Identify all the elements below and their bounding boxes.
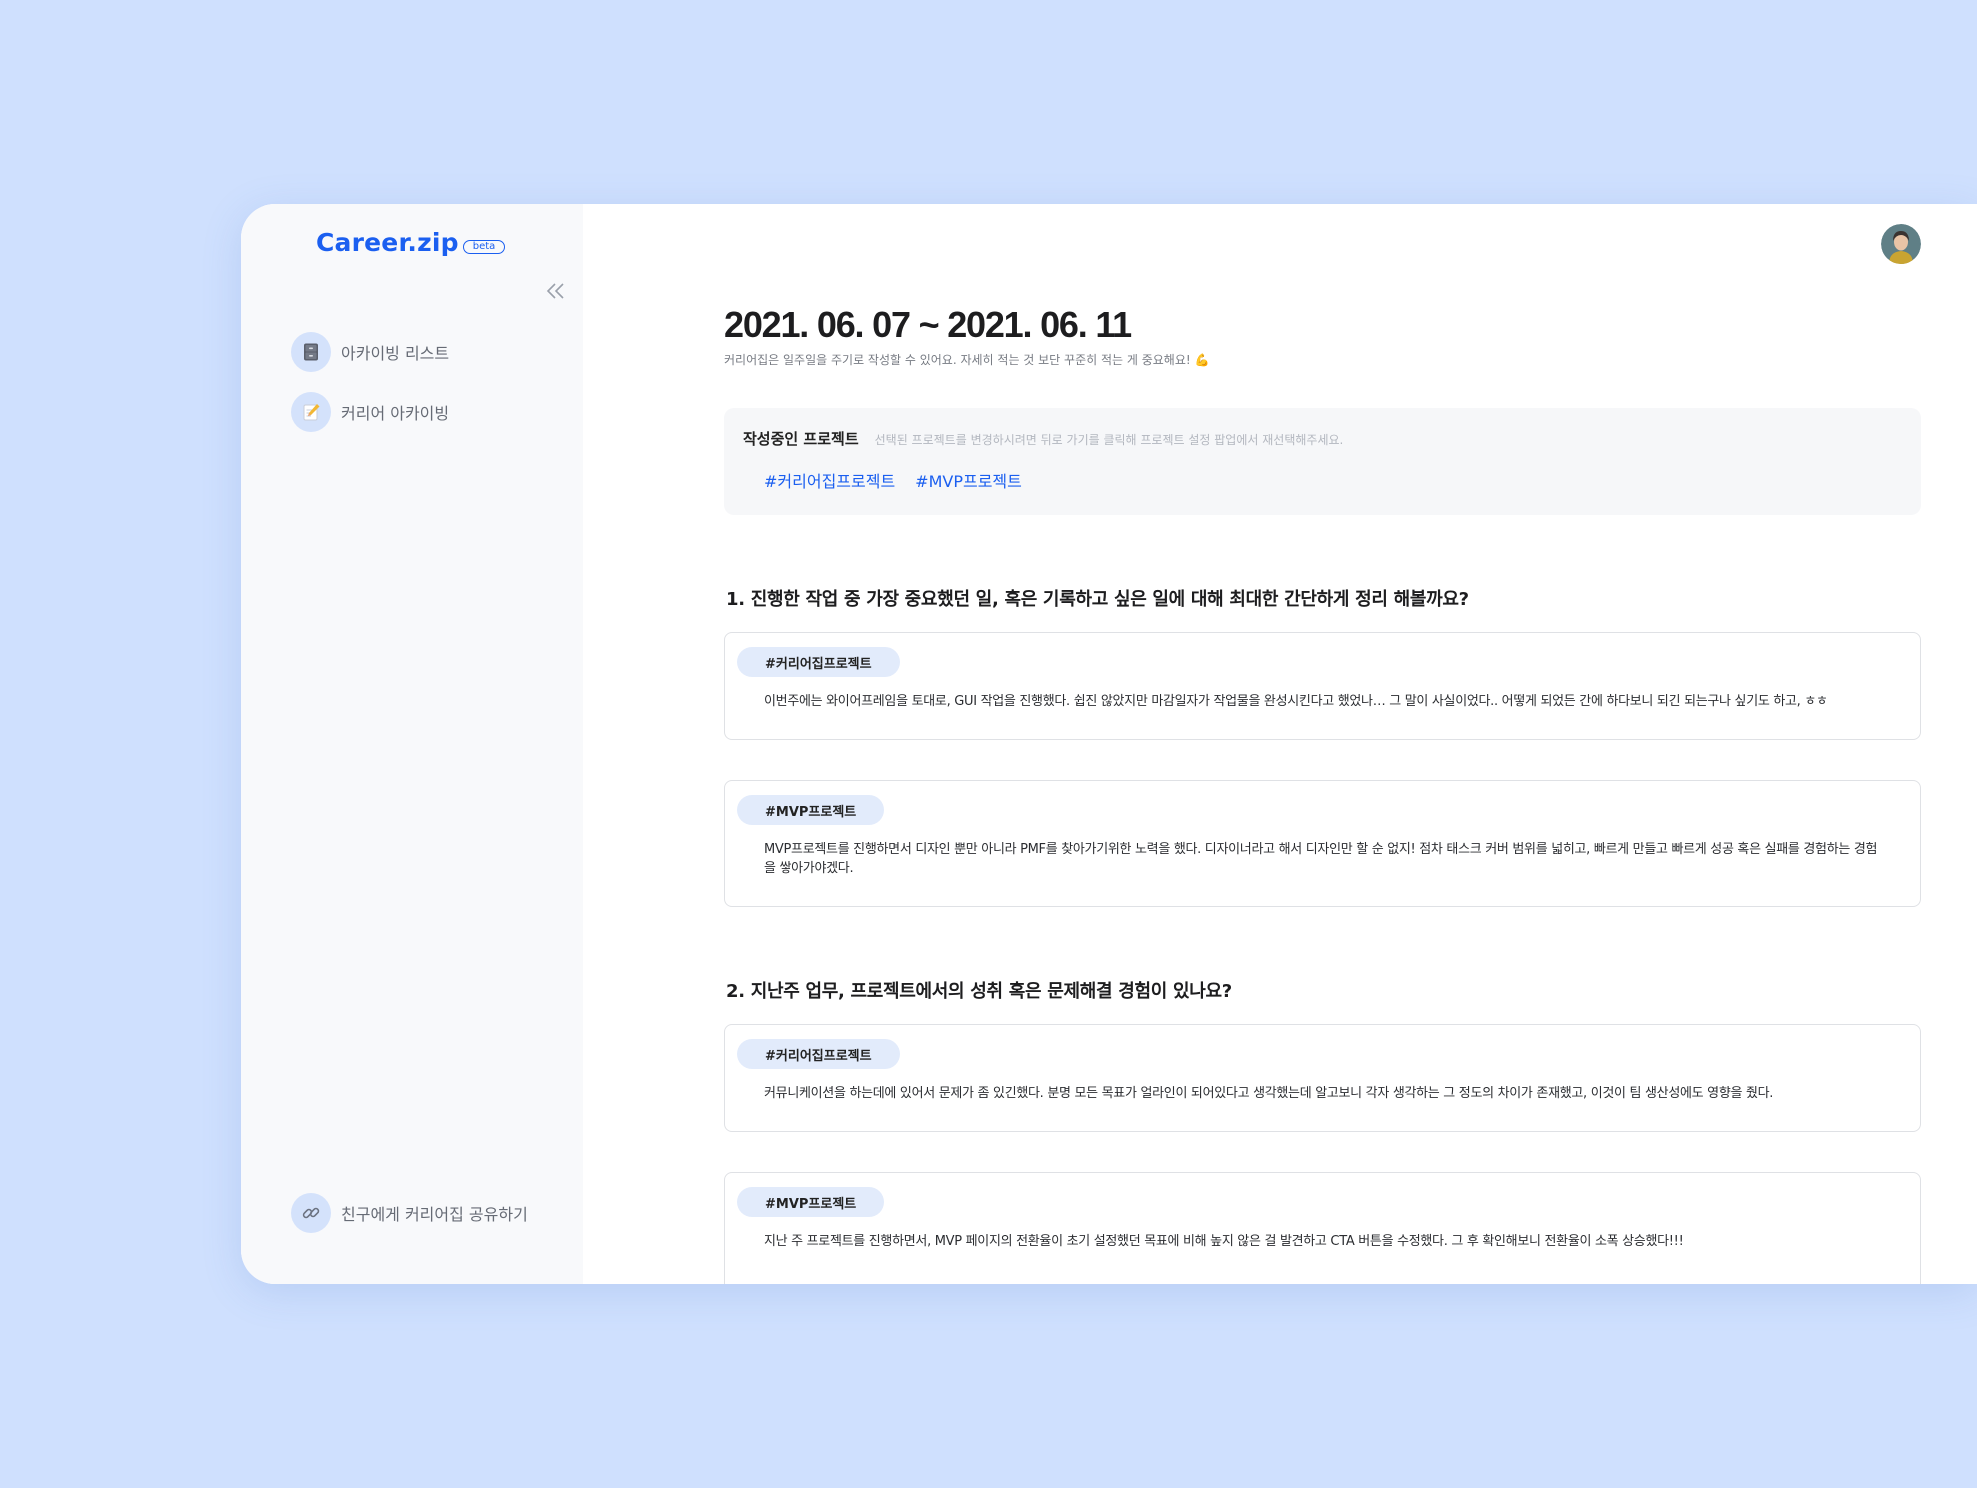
link-icon [291,1193,331,1233]
current-projects-title: 작성중인 프로젝트 [743,430,859,448]
user-avatar-icon [1881,224,1921,264]
answer-project-tag: #커리어집프로젝트 [737,647,900,677]
answer-project-tag: #커리어집프로젝트 [737,1039,900,1069]
date-range-title: 2021. 06. 07 ~ 2021. 06. 11 [724,304,1132,345]
sidebar-item-label: 아카이빙 리스트 [341,344,450,363]
answer-text[interactable]: 이번주에는 와이어프레임을 토대로, GUI 작업을 진행했다. 쉽진 않았지만… [764,692,1884,711]
double-chevron-left-icon [546,283,564,299]
sidebar-item-archive-list[interactable]: 아카이빙 리스트 [291,332,449,372]
collapse-sidebar-button[interactable] [544,280,568,302]
question-title: 1. 진행한 작업 중 가장 중요했던 일, 혹은 기록하고 싶은 일에 대해 … [726,589,1469,610]
answer-project-tag: #MVP프로젝트 [737,1187,885,1217]
answer-card[interactable]: #MVP프로젝트 지난 주 프로젝트를 진행하면서, MVP 페이지의 전환율이… [724,1172,1921,1284]
answer-card[interactable]: #커리어집프로젝트 이번주에는 와이어프레임을 토대로, GUI 작업을 진행했… [724,632,1921,740]
project-tag[interactable]: #커리어집프로젝트 [764,468,895,492]
answer-text[interactable]: 커뮤니케이션을 하는데에 있어서 문제가 좀 있긴했다. 분명 모든 목표가 얼… [764,1084,1884,1103]
memo-icon [291,392,331,432]
logo-text: Career.zip [316,228,459,257]
answer-text[interactable]: MVP프로젝트를 진행하면서 디자인 뿐만 아니라 PMF를 찾아가기위한 노력… [764,840,1884,878]
question-title: 2. 지난주 업무, 프로젝트에서의 성취 혹은 문제해결 경험이 있나요? [726,981,1232,1002]
logo[interactable]: Career.zip beta [316,228,506,257]
share-label: 친구에게 커리어집 공유하기 [341,1205,528,1224]
avatar[interactable] [1881,224,1921,264]
sidebar-item-label: 커리어 아카이빙 [341,404,450,423]
beta-badge: beta [462,239,506,254]
page-subtitle: 커리어집은 일주일을 주기로 작성할 수 있어요. 자세히 적는 것 보단 꾸준… [724,353,1210,367]
current-projects-hint: 선택된 프로젝트를 변경하시려면 뒤로 가기를 클릭해 프로젝트 설정 팝업에서… [874,433,1344,447]
file-cabinet-icon [291,332,331,372]
share-career-link[interactable]: 친구에게 커리어집 공유하기 [291,1193,528,1233]
answer-project-tag: #MVP프로젝트 [737,795,885,825]
project-tag[interactable]: #MVP프로젝트 [915,468,1022,492]
current-projects-panel: 작성중인 프로젝트 선택된 프로젝트를 변경하시려면 뒤로 가기를 클릭해 프로… [724,408,1921,515]
app-window: Career.zip beta 아카이빙 리스트 커리어 아카이빙 친구에게 커… [241,204,1977,1284]
answer-text[interactable]: 지난 주 프로젝트를 진행하면서, MVP 페이지의 전환율이 초기 설정했던 … [764,1232,1884,1251]
sidebar: Career.zip beta 아카이빙 리스트 커리어 아카이빙 친구에게 커… [241,204,583,1284]
answer-card[interactable]: #MVP프로젝트 MVP프로젝트를 진행하면서 디자인 뿐만 아니라 PMF를 … [724,780,1921,907]
answer-card[interactable]: #커리어집프로젝트 커뮤니케이션을 하는데에 있어서 문제가 좀 있긴했다. 분… [724,1024,1921,1132]
sidebar-item-career-archiving[interactable]: 커리어 아카이빙 [291,392,449,432]
